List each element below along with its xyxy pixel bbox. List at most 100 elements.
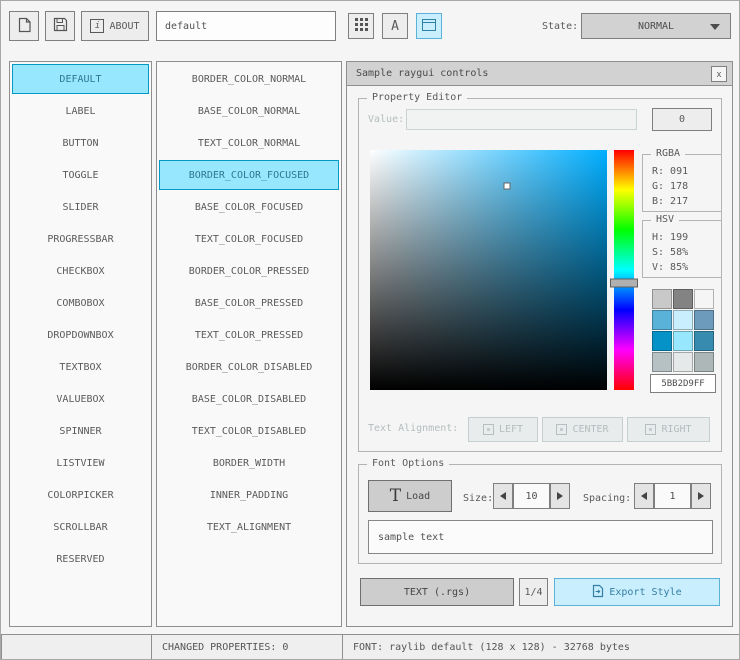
- color-swatch[interactable]: [673, 331, 693, 351]
- control-item-toggle[interactable]: TOGGLE: [12, 160, 149, 190]
- control-item-spinner[interactable]: SPINNER: [12, 416, 149, 446]
- font-info-text: FONT: raylib default (128 x 128) - 32768…: [353, 641, 630, 653]
- color-swatch[interactable]: [673, 289, 693, 309]
- color-swatch[interactable]: [652, 352, 672, 372]
- property-item-border-width[interactable]: BORDER_WIDTH: [159, 448, 339, 478]
- properties-list: BORDER_COLOR_NORMAL BASE_COLOR_NORMAL TEXT…: [156, 61, 342, 627]
- control-item-textbox[interactable]: TEXTBOX: [12, 352, 149, 382]
- color-swatch[interactable]: [673, 352, 693, 372]
- chevron-down-icon: [710, 24, 720, 30]
- property-item-inner-padding[interactable]: INNER_PADDING: [159, 480, 339, 510]
- color-swatch[interactable]: [652, 310, 672, 330]
- rgba-values: R: 091 G: 178 B: 217: [643, 155, 721, 209]
- controls-window-button[interactable]: [416, 13, 442, 39]
- export-page-button[interactable]: 1/4: [519, 578, 548, 606]
- control-item-combobox[interactable]: COMBOBOX: [12, 288, 149, 318]
- font-spacing-decrease-button[interactable]: [634, 483, 654, 509]
- property-item-border-color-disabled[interactable]: BORDER_COLOR_DISABLED: [159, 352, 339, 382]
- font-size-value[interactable]: 10: [513, 483, 550, 509]
- hsv-v-value: V: 85%: [652, 262, 689, 273]
- control-item-default[interactable]: DEFAULT: [12, 64, 149, 94]
- color-swatch[interactable]: [652, 331, 672, 351]
- rgba-group-label: RGBA: [651, 148, 686, 159]
- font-load-button[interactable]: T Load: [368, 480, 452, 512]
- control-item-scrollbar[interactable]: SCROLLBAR: [12, 512, 149, 542]
- property-item-border-color-normal[interactable]: BORDER_COLOR_NORMAL: [159, 64, 339, 94]
- font-letter-icon: A: [391, 18, 399, 34]
- align-center-icon: [556, 424, 568, 435]
- save-style-button[interactable]: [45, 11, 75, 41]
- align-left-button: LEFT: [468, 417, 538, 442]
- property-item-base-color-focused[interactable]: BASE_COLOR_FOCUSED: [159, 192, 339, 222]
- export-icon: [592, 584, 604, 601]
- statusbar-left: [1, 634, 152, 659]
- rgba-r-value: R: 091: [652, 166, 689, 177]
- about-button[interactable]: i ABOUT: [81, 11, 149, 41]
- value-button[interactable]: 0: [652, 108, 712, 131]
- property-item-border-color-pressed[interactable]: BORDER_COLOR_PRESSED: [159, 256, 339, 286]
- color-swatch[interactable]: [694, 352, 714, 372]
- control-item-checkbox[interactable]: CHECKBOX: [12, 256, 149, 286]
- arrow-left-icon: [500, 492, 506, 500]
- color-swatch[interactable]: [694, 310, 714, 330]
- style-name-input[interactable]: [156, 11, 336, 41]
- color-picker-panel[interactable]: [370, 150, 607, 390]
- close-button[interactable]: x: [711, 66, 727, 82]
- load-style-button[interactable]: [9, 11, 39, 41]
- property-item-text-color-pressed[interactable]: TEXT_COLOR_PRESSED: [159, 320, 339, 350]
- hex-color-value[interactable]: 5BB2D9FF: [650, 374, 716, 393]
- property-item-base-color-pressed[interactable]: BASE_COLOR_PRESSED: [159, 288, 339, 318]
- controls-list: DEFAULT LABEL BUTTON TOGGLE SLIDER PROGRESSBA…: [9, 61, 152, 627]
- style-table-button[interactable]: [348, 13, 374, 39]
- control-item-slider[interactable]: SLIDER: [12, 192, 149, 222]
- state-dropdown[interactable]: NORMAL: [581, 13, 731, 39]
- property-item-text-color-normal[interactable]: TEXT_COLOR_NORMAL: [159, 128, 339, 158]
- property-item-border-color-focused[interactable]: BORDER_COLOR_FOCUSED: [159, 160, 339, 190]
- control-item-progressbar[interactable]: PROGRESSBAR: [12, 224, 149, 254]
- color-swatch[interactable]: [673, 310, 693, 330]
- font-spacing-increase-button[interactable]: [691, 483, 711, 509]
- property-item-text-color-focused[interactable]: TEXT_COLOR_FOCUSED: [159, 224, 339, 254]
- align-right-label: RIGHT: [661, 424, 692, 435]
- property-item-base-color-disabled[interactable]: BASE_COLOR_DISABLED: [159, 384, 339, 414]
- color-swatch[interactable]: [652, 289, 672, 309]
- rgba-group: RGBA R: 091 G: 178 B: 217: [642, 148, 722, 212]
- align-right-button: RIGHT: [627, 417, 710, 442]
- font-spacing-value[interactable]: 1: [654, 483, 691, 509]
- hue-slider[interactable]: [610, 278, 638, 288]
- export-format-button[interactable]: TEXT (.rgs): [360, 578, 514, 606]
- hsv-group-label: HSV: [651, 214, 680, 225]
- font-size-increase-button[interactable]: [550, 483, 570, 509]
- sample-text-input[interactable]: sample text: [368, 520, 713, 554]
- hsv-s-value: S: 58%: [652, 247, 689, 258]
- hsv-h-value: H: 199: [652, 232, 689, 243]
- arrow-left-icon: [641, 492, 647, 500]
- control-item-listview[interactable]: LISTVIEW: [12, 448, 149, 478]
- property-item-text-color-disabled[interactable]: TEXT_COLOR_DISABLED: [159, 416, 339, 446]
- window-icon: [422, 18, 436, 34]
- control-item-valuebox[interactable]: VALUEBOX: [12, 384, 149, 414]
- color-picker-cursor[interactable]: [503, 182, 511, 190]
- statusbar-changed-properties: CHANGED PROPERTIES: 0: [151, 634, 343, 659]
- style-color-palette: [652, 289, 716, 372]
- export-style-button[interactable]: Export Style: [554, 578, 720, 606]
- font-spacing-label: Spacing:: [583, 493, 632, 504]
- font-size-label: Size:: [463, 493, 494, 504]
- property-item-text-alignment[interactable]: TEXT_ALIGNMENT: [159, 512, 339, 542]
- control-item-reserved[interactable]: RESERVED: [12, 544, 149, 574]
- control-item-colorpicker[interactable]: COLORPICKER: [12, 480, 149, 510]
- control-item-dropdownbox[interactable]: DROPDOWNBOX: [12, 320, 149, 350]
- control-item-button[interactable]: BUTTON: [12, 128, 149, 158]
- control-item-label[interactable]: LABEL: [12, 96, 149, 126]
- arrow-right-icon: [698, 492, 704, 500]
- font-size-decrease-button[interactable]: [493, 483, 513, 509]
- color-swatch[interactable]: [694, 331, 714, 351]
- color-swatch[interactable]: [694, 289, 714, 309]
- font-atlas-button[interactable]: A: [382, 13, 408, 39]
- state-label: State:: [542, 21, 579, 32]
- align-left-icon: [482, 424, 494, 435]
- hue-bar[interactable]: [610, 150, 638, 390]
- property-item-base-color-normal[interactable]: BASE_COLOR_NORMAL: [159, 96, 339, 126]
- hsv-values: H: 199 S: 58% V: 85%: [643, 221, 721, 275]
- sample-controls-window: Sample raygui controls x Property Editor…: [346, 61, 733, 627]
